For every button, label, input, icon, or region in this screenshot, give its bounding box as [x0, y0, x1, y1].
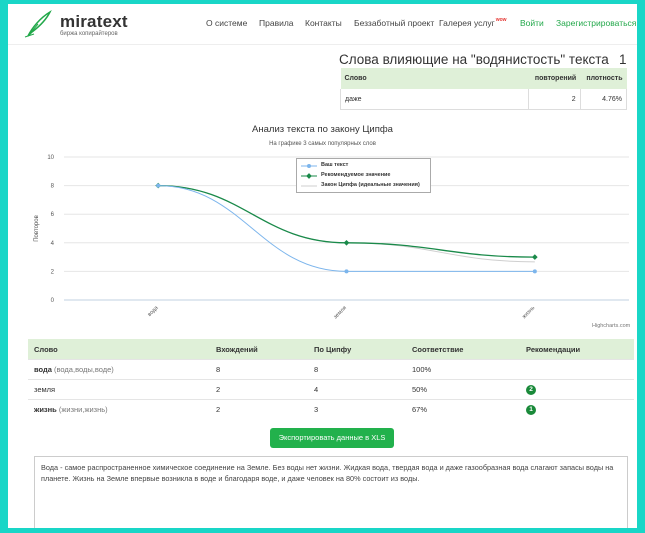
- legend-label: Закон Ципфа (идеальные значения): [321, 182, 420, 188]
- chart-credits[interactable]: Highcharts.com: [592, 323, 630, 329]
- cell-word: вода (вода,воды,воде): [28, 359, 210, 380]
- col-match: Соответствие: [406, 339, 520, 360]
- table-row: жизнь (жизни,жизнь) 2 3 67% 1: [28, 399, 634, 419]
- chart-legend: Ваш текст Рекомендуемое значение Закон Ц…: [296, 158, 431, 193]
- cell-zipf: 4: [308, 379, 406, 400]
- data-point: [156, 183, 161, 188]
- data-point: [532, 269, 537, 274]
- table-row: вода (вода,воды,воде) 8 8 100%: [28, 359, 634, 380]
- recommendation-badge[interactable]: 1: [526, 405, 536, 415]
- y-tick-label: 8: [51, 184, 55, 190]
- cell-rec: 2: [520, 379, 634, 400]
- cell-zipf: 8: [308, 359, 406, 380]
- zipf-table: Слово Вхождений По Ципфу Соответствие Ре…: [28, 339, 634, 419]
- x-tick-label: жизнь: [521, 305, 536, 320]
- data-point: [344, 269, 349, 274]
- word: вода: [34, 365, 52, 374]
- cell-count: 2: [210, 379, 308, 400]
- cell-word: земля: [28, 379, 210, 400]
- cell-match: 100%: [406, 359, 520, 380]
- word-forms: (жизни,жизнь): [58, 405, 108, 414]
- y-axis-label: Повторов: [34, 215, 40, 242]
- cell-match: 67%: [406, 399, 520, 419]
- cell-match: 50%: [406, 379, 520, 400]
- series-line: [158, 184, 535, 258]
- legend-label: Ваш текст: [321, 162, 349, 168]
- word: жизнь: [34, 405, 57, 414]
- col-occurrences: Вхождений: [210, 339, 308, 360]
- export-xls-button[interactable]: Экспортировать данные в XLS: [270, 428, 394, 448]
- page: miratext биржа копирайтеров О системе Пр…: [8, 4, 637, 528]
- word: земля: [34, 385, 56, 394]
- col-word: Слово: [28, 339, 210, 360]
- recommendation-badge[interactable]: 2: [526, 385, 536, 395]
- cell-rec: [520, 359, 634, 380]
- cell-rec: 1: [520, 399, 634, 419]
- data-point: [532, 254, 538, 260]
- word-forms: (вода,воды,воде): [54, 365, 114, 374]
- data-point: [343, 239, 350, 246]
- y-tick-label: 2: [51, 269, 55, 275]
- col-zipf: По Ципфу: [308, 339, 406, 360]
- series-line: [158, 185, 535, 263]
- col-recommendations: Рекомендации: [520, 339, 634, 360]
- legend-label: Рекомендуемое значение: [321, 172, 391, 178]
- cell-zipf: 3: [308, 399, 406, 419]
- x-tick-label: земля: [333, 305, 348, 320]
- x-tick-label: вода: [147, 305, 160, 318]
- cell-count: 8: [210, 359, 308, 380]
- analyzed-text-area[interactable]: Вода - самое распространенное химическое…: [34, 456, 628, 528]
- y-tick-label: 6: [51, 212, 55, 218]
- cell-count: 2: [210, 399, 308, 419]
- cell-word: жизнь (жизни,жизнь): [28, 399, 210, 419]
- y-tick-label: 10: [47, 155, 54, 161]
- y-tick-label: 4: [51, 241, 55, 247]
- table-row: земля 2 4 50% 2: [28, 379, 634, 400]
- y-tick-label: 0: [51, 298, 55, 304]
